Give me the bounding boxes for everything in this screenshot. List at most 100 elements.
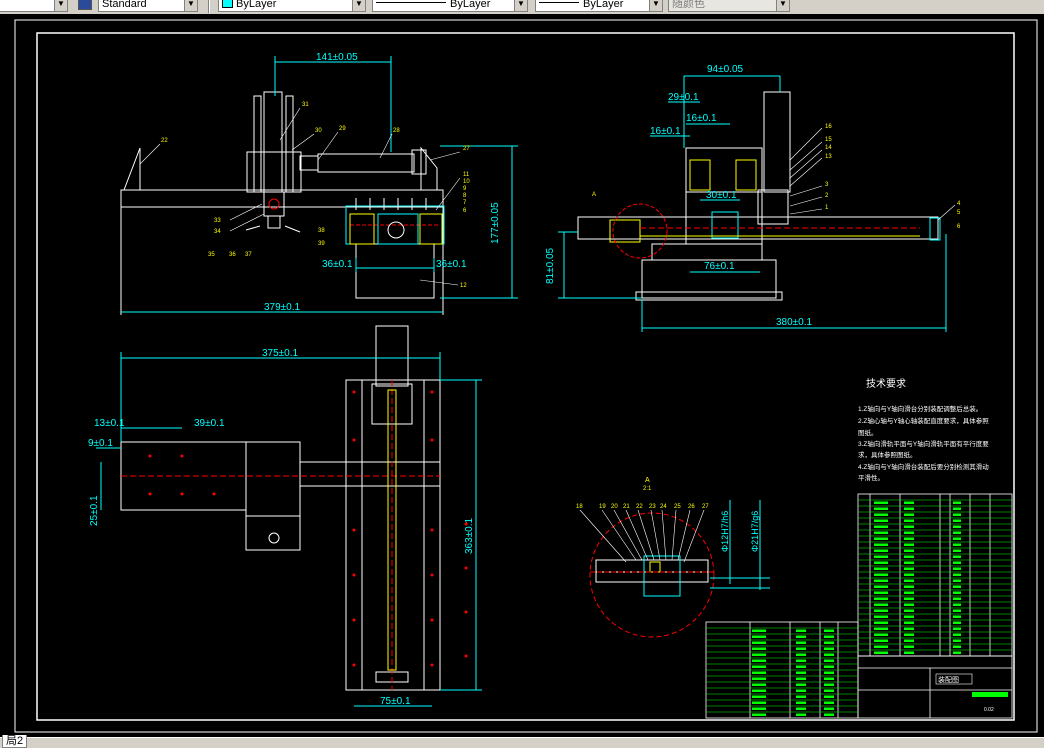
parts-cell-mark [953,616,961,619]
parts-cell-mark [904,508,914,511]
parts-cell-mark [874,610,888,613]
top-view-detail [121,380,440,690]
lineweight-value: ByLayer [583,0,623,10]
front-dimensions [121,56,518,312]
balloon: 5 [957,210,961,216]
chevron-down-icon[interactable]: ▼ [184,0,197,11]
parts-cell-mark [953,580,961,583]
layer-combo[interactable]: 2 ▼ [0,0,68,12]
parts-cell-mark [953,502,961,505]
dim-75: 75±0.1 [380,696,411,707]
parts-cell-mark [953,622,961,625]
parts-cell-mark [953,538,961,541]
balloon: 37 [245,252,252,258]
parts-cell-mark [874,508,888,511]
tech-item: 图纸。 [858,428,878,437]
parts-cell-mark [953,544,961,547]
side-balloons: 16 15 14 13 3 2 1 4 5 6 [825,124,961,230]
plot-style-combo[interactable]: 随颜色 ▼ [668,0,790,12]
dim-16-top: 16±0.1 [686,113,717,124]
side-view-detail [640,160,920,238]
drawing-canvas[interactable]: 141±0.05 177±0.05 36±0.1 36±0.1 379±0.1 … [0,14,1044,737]
parts-cell-mark [874,526,888,529]
balloon: 38 [318,228,325,234]
parts-cell-mark [874,520,888,523]
detail-balloons: 18 19 20 21 22 23 24 25 26 27 [576,504,709,510]
dim-379: 379±0.1 [264,302,301,313]
color-combo[interactable]: ByLayer ▼ [218,0,366,12]
parts-cell-mark [953,598,961,601]
parts-cell-mark [752,630,766,633]
chevron-down-icon[interactable]: ▼ [649,0,662,11]
linetype-sample-icon [376,2,446,3]
lineweight-combo[interactable]: ByLayer ▼ [535,0,663,12]
parts-cell-mark [953,610,961,613]
parts-cell-mark [824,648,834,651]
parts-cell-mark [752,702,766,705]
parts-cell-mark [953,592,961,595]
chevron-down-icon[interactable]: ▼ [776,0,789,11]
linetype-combo[interactable]: ByLayer ▼ [372,0,528,12]
parts-cell-mark [953,652,961,655]
dim-phi21: Φ21H7/g6 [750,511,760,552]
parts-cell-mark [874,562,888,565]
parts-cell-mark [796,696,806,699]
parts-cell-mark [874,598,888,601]
balloon: 13 [825,154,832,160]
balloon: 23 [649,504,656,510]
sheet-border [15,20,1037,732]
detail-title-a: A [645,477,650,484]
tab-layout2[interactable]: 局2 [2,735,27,748]
parts-cell-mark [752,690,766,693]
chevron-down-icon[interactable]: ▼ [54,0,67,11]
parts-cell-mark [874,634,888,637]
dim-380: 380±0.1 [776,317,813,328]
parts-cell-mark [796,672,806,675]
balloon: 16 [825,124,832,130]
parts-cell-mark [874,640,888,643]
parts-cell-mark [953,532,961,535]
parts-cell-mark [904,502,914,505]
side-view [578,92,940,300]
color-swatch-icon [222,0,233,8]
parts-cell-mark [824,636,834,639]
parts-cell-mark [904,604,914,607]
parts-cell-mark [824,708,834,711]
parts-cell-mark [752,666,766,669]
parts-cell-mark [796,678,806,681]
balloon: 29 [339,126,346,132]
chevron-down-icon[interactable]: ▼ [514,0,527,11]
parts-cell-mark [752,696,766,699]
parts-cell-mark [824,696,834,699]
balloon: 4 [957,201,961,207]
chevron-down-icon[interactable]: ▼ [352,0,365,11]
parts-cell-mark [953,628,961,631]
parts-cell-mark [796,642,806,645]
tech-item: 2.Z轴心轴与Y轴心轴装配直度要求，具体参照 [858,416,989,425]
dim-363: 363±0.1 [464,517,475,554]
parts-cell-mark [904,538,914,541]
parts-cell-mark [824,672,834,675]
detail-leaders [580,510,704,562]
tech-item: 1.Z轴向与Y轴向滑台分别装配调整后总装。 [858,404,982,413]
parts-cell-mark [796,636,806,639]
balloon: 36 [229,252,236,258]
parts-cell-mark [904,556,914,559]
balloon: 26 [688,504,695,510]
toolbar-separator [208,0,210,13]
linetype-value: ByLayer [450,0,490,10]
balloon: 24 [660,504,667,510]
parts-cell-mark [953,556,961,559]
text-style-combo[interactable]: Standard ▼ [98,0,198,12]
dim-phi12: Φ12H7/h6 [720,511,730,552]
balloon: 9 [463,186,467,192]
parts-cell-mark [904,526,914,529]
parts-cell-mark [874,544,888,547]
parts-cell-mark [824,678,834,681]
parts-cell-mark [904,646,914,649]
parts-cell-mark [752,648,766,651]
text-style-icon[interactable] [78,0,92,10]
balloon: 10 [463,179,470,185]
parts-cell-mark [796,648,806,651]
parts-cell-mark [752,684,766,687]
